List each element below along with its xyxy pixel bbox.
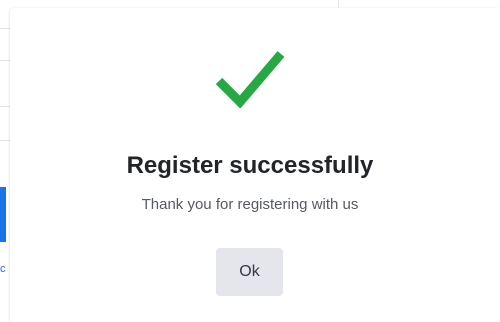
background-divider — [0, 60, 10, 61]
background-divider — [0, 106, 10, 107]
background-divider — [0, 140, 10, 141]
background-divider — [0, 28, 10, 29]
background-page: c — [0, 0, 10, 322]
ok-button[interactable]: Ok — [216, 248, 283, 296]
checkmark-icon — [215, 51, 285, 108]
dialog-title: Register successfully — [126, 152, 374, 179]
success-dialog: Register successfully Thank you for regi… — [10, 8, 500, 322]
background-active-indicator — [0, 187, 6, 242]
background-link-fragment[interactable]: c — [0, 262, 10, 276]
background-divider — [338, 0, 339, 8]
dialog-message: Thank you for registering with us — [141, 196, 359, 213]
